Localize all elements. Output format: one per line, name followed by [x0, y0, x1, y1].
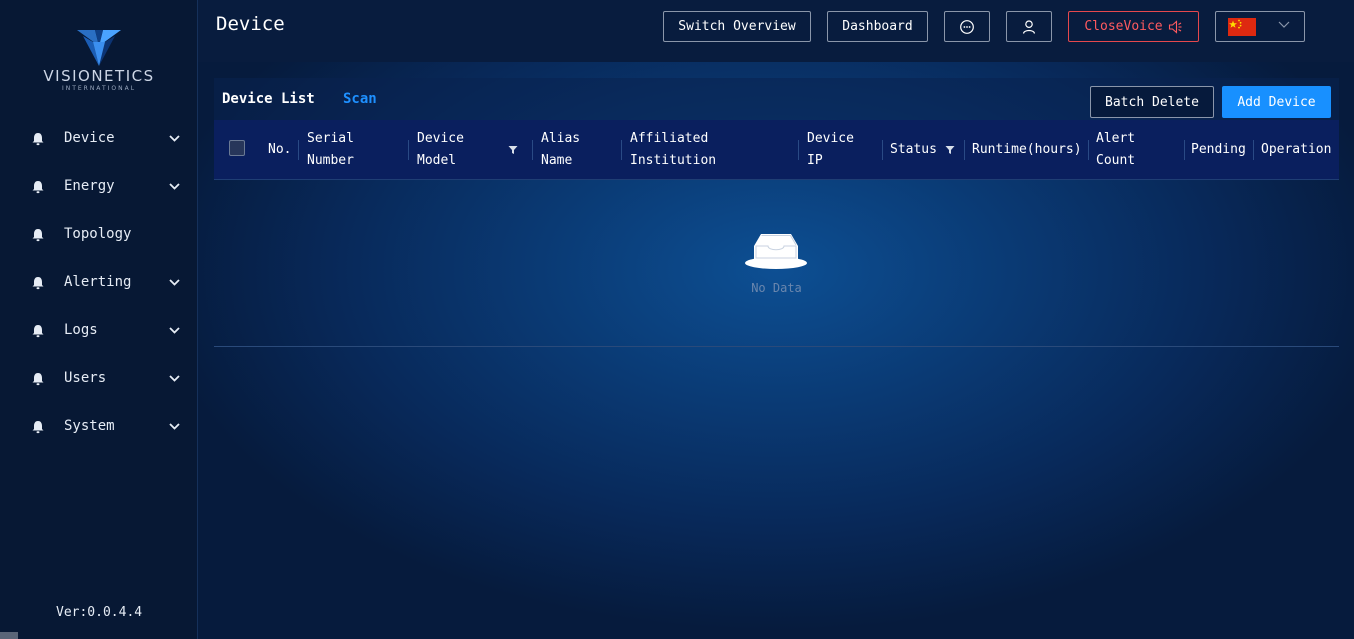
- sidebar-item-energy[interactable]: Energy: [0, 163, 198, 211]
- column-header-label: Pending: [1191, 142, 1246, 157]
- user-button[interactable]: [1006, 11, 1052, 42]
- chevron-down-icon: [169, 327, 180, 334]
- bell-icon: [32, 421, 44, 434]
- sidebar-item-label: Users: [64, 370, 107, 386]
- column-header-alias-name: Alias Name: [532, 120, 621, 180]
- column-header-operation: Operation: [1253, 120, 1339, 180]
- column-header-label: Device IP: [807, 131, 854, 168]
- column-divider: [1088, 140, 1089, 160]
- column-divider: [798, 140, 799, 160]
- bell-icon: [32, 133, 44, 146]
- tab-device-list[interactable]: Device List: [222, 91, 315, 107]
- column-header-label: Alias Name: [541, 131, 581, 168]
- sidebar-item-users[interactable]: Users: [0, 355, 198, 403]
- close-voice-button[interactable]: CloseVoice: [1068, 11, 1199, 42]
- column-header-status: Status: [882, 120, 964, 180]
- column-header-label: Runtime(hours): [972, 142, 1082, 157]
- column-header-affiliated-institution: Affiliated Institution: [621, 120, 798, 180]
- column-divider: [532, 140, 533, 160]
- chevron-down-icon: [169, 375, 180, 382]
- column-header-device-model: Device Model: [408, 120, 532, 180]
- sidebar-item-label: Energy: [64, 178, 115, 194]
- column-header-serial-number: Serial Number: [298, 120, 408, 180]
- sidebar-nav: Device Energy Topology Alerting Logs Use…: [0, 115, 198, 451]
- message-button[interactable]: [944, 11, 990, 42]
- bell-icon: [32, 229, 44, 242]
- empty-inbox-icon: [745, 234, 807, 269]
- sidebar-item-label: System: [64, 418, 115, 434]
- language-select[interactable]: [1215, 11, 1305, 42]
- column-header-alert-count: Alert Count: [1088, 120, 1184, 180]
- column-header-runtime: Runtime(hours): [964, 120, 1088, 180]
- column-header-label: Status: [890, 142, 937, 157]
- close-voice-label: CloseVoice: [1084, 19, 1163, 34]
- column-header-label: Device Model: [417, 131, 464, 168]
- table-body: No Data: [214, 180, 1339, 347]
- version-label: Ver:0.0.4.4: [56, 605, 143, 620]
- column-divider: [964, 140, 965, 160]
- column-header-pending: Pending: [1184, 120, 1253, 180]
- column-divider: [298, 140, 299, 160]
- chevron-down-icon: [169, 183, 180, 190]
- bell-icon: [32, 373, 44, 386]
- column-header-label: Operation: [1261, 142, 1332, 157]
- column-header-label: No.: [268, 142, 292, 157]
- column-divider: [621, 140, 622, 160]
- dashboard-button[interactable]: Dashboard: [827, 11, 928, 42]
- sidebar-item-label: Topology: [64, 226, 132, 242]
- bell-icon: [32, 277, 44, 290]
- column-divider: [1184, 140, 1185, 160]
- column-header-label: Serial Number: [307, 131, 354, 168]
- table-header: No. Serial Number Device Model Alias Nam…: [214, 120, 1339, 180]
- empty-state-text: No Data: [751, 281, 802, 295]
- add-device-button[interactable]: Add Device: [1222, 86, 1331, 118]
- column-divider: [408, 140, 409, 160]
- column-header-label: Affiliated Institution: [630, 131, 717, 168]
- sidebar-item-system[interactable]: System: [0, 403, 198, 451]
- column-header-label: Alert Count: [1096, 131, 1136, 168]
- sidebar-item-label: Alerting: [64, 274, 132, 290]
- china-flag-icon: [1228, 17, 1256, 36]
- chevron-down-icon: [1278, 21, 1290, 28]
- device-list-card: Device List Scan Batch Delete Add Device…: [214, 78, 1339, 348]
- sidebar-item-topology[interactable]: Topology: [0, 211, 198, 259]
- switch-overview-button[interactable]: Switch Overview: [663, 11, 811, 42]
- chevron-down-icon: [169, 279, 180, 286]
- column-header-device-ip: Device IP: [798, 120, 882, 180]
- column-header-no: No.: [260, 120, 298, 180]
- speaker-icon: [1168, 19, 1182, 34]
- sidebar: VISIONETICS INTERNATIONAL Device Energy …: [0, 0, 198, 639]
- chat-bubble-icon: [960, 19, 974, 34]
- chevron-down-icon: [169, 135, 180, 142]
- sidebar-item-label: Logs: [64, 322, 98, 338]
- logo-mark-icon: [77, 30, 121, 66]
- user-icon: [1022, 19, 1036, 34]
- scrollbar-thumb[interactable]: [0, 632, 18, 639]
- column-divider: [882, 140, 883, 160]
- column-divider: [1253, 140, 1254, 160]
- filter-icon[interactable]: [945, 145, 955, 155]
- brand-logo: VISIONETICS INTERNATIONAL: [0, 22, 198, 102]
- select-all-checkbox[interactable]: [229, 140, 245, 156]
- sidebar-item-logs[interactable]: Logs: [0, 307, 198, 355]
- app-root: VISIONETICS INTERNATIONAL Device Energy …: [0, 0, 1354, 639]
- tab-scan[interactable]: Scan: [343, 91, 377, 107]
- sidebar-item-device[interactable]: Device: [0, 115, 198, 163]
- brand-tagline: INTERNATIONAL: [61, 85, 137, 92]
- brand-name: VISIONETICS: [43, 67, 155, 85]
- filter-icon[interactable]: [508, 145, 518, 155]
- bell-icon: [32, 325, 44, 338]
- top-header: Device Switch Overview Dashboard CloseVo…: [198, 0, 1354, 62]
- sidebar-item-label: Device: [64, 130, 115, 146]
- sidebar-item-alerting[interactable]: Alerting: [0, 259, 198, 307]
- bell-icon: [32, 181, 44, 194]
- batch-delete-button[interactable]: Batch Delete: [1090, 86, 1214, 118]
- chevron-down-icon: [169, 423, 180, 430]
- page-title: Device: [216, 13, 285, 35]
